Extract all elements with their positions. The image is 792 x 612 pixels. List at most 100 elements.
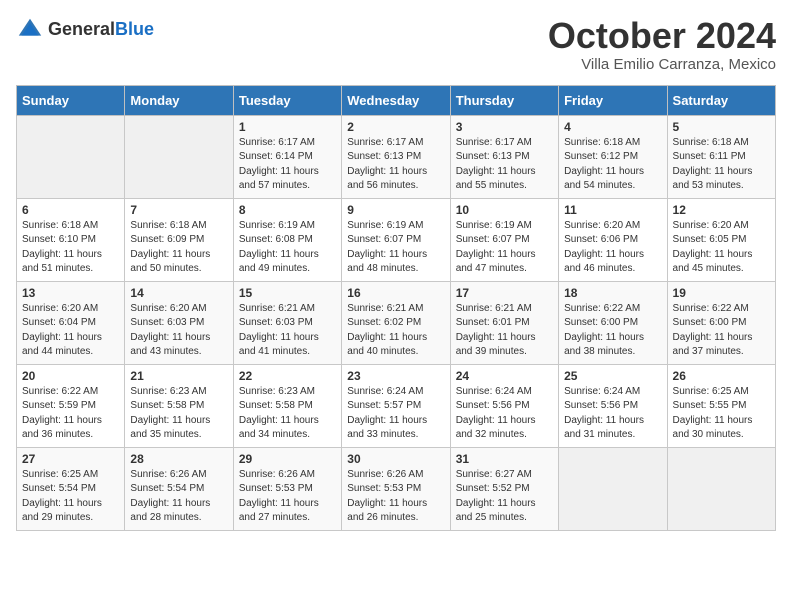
day-number: 12 bbox=[673, 203, 770, 217]
calendar-cell: 28 Sunrise: 6:26 AMSunset: 5:54 PMDayligh… bbox=[125, 447, 233, 530]
day-info: Sunrise: 6:21 AMSunset: 6:01 PMDaylight:… bbox=[456, 302, 553, 360]
calendar-cell: 14 Sunrise: 6:20 AMSunset: 6:03 PMDayligh… bbox=[125, 281, 233, 364]
calendar-day-header: Saturday bbox=[667, 85, 775, 115]
calendar-cell: 21 Sunrise: 6:23 AMSunset: 5:58 PMDayligh… bbox=[125, 364, 233, 447]
day-number: 24 bbox=[456, 369, 553, 383]
calendar-cell: 29Sunrise: 6:26 AMSunset: 5:53 PMDayligh… bbox=[233, 447, 341, 530]
day-number: 17 bbox=[456, 286, 553, 300]
calendar-cell: 3Sunrise: 6:17 AMSunset: 6:13 PMDaylight… bbox=[450, 115, 558, 198]
day-number: 6 bbox=[22, 203, 119, 217]
calendar-cell: 7 Sunrise: 6:18 AMSunset: 6:09 PMDaylight… bbox=[125, 198, 233, 281]
day-info: Sunrise: 6:17 AMSunset: 6:13 PMDaylight:… bbox=[347, 136, 444, 194]
day-number: 19 bbox=[673, 286, 770, 300]
calendar-cell bbox=[667, 447, 775, 530]
day-info: Sunrise: 6:19 AMSunset: 6:08 PMDaylight:… bbox=[239, 219, 336, 277]
day-info: Sunrise: 6:20 AMSunset: 6:04 PMDaylight:… bbox=[22, 302, 119, 360]
day-info: Sunrise: 6:19 AMSunset: 6:07 PMDaylight:… bbox=[347, 219, 444, 277]
day-number: 28 bbox=[130, 452, 227, 466]
calendar-cell: 10 Sunrise: 6:19 AMSunset: 6:07 PMDayligh… bbox=[450, 198, 558, 281]
day-number: 22 bbox=[239, 369, 336, 383]
calendar-cell: 2 Sunrise: 6:17 AMSunset: 6:13 PMDaylight… bbox=[342, 115, 450, 198]
day-number: 15 bbox=[239, 286, 336, 300]
day-number: 25 bbox=[564, 369, 661, 383]
day-info: Sunrise: 6:23 AMSunset: 5:58 PMDaylight:… bbox=[130, 385, 227, 443]
day-info: Sunrise: 6:20 AMSunset: 6:05 PMDaylight:… bbox=[673, 219, 770, 277]
day-number: 27 bbox=[22, 452, 119, 466]
day-number: 18 bbox=[564, 286, 661, 300]
day-info: Sunrise: 6:18 AMSunset: 6:09 PMDaylight:… bbox=[130, 219, 227, 277]
day-number: 2 bbox=[347, 120, 444, 134]
calendar-day-header: Friday bbox=[559, 85, 667, 115]
month-title: October 2024 bbox=[548, 16, 776, 56]
calendar-cell: 16 Sunrise: 6:21 AMSunset: 6:02 PMDayligh… bbox=[342, 281, 450, 364]
calendar-cell: 13 Sunrise: 6:20 AMSunset: 6:04 PMDayligh… bbox=[17, 281, 125, 364]
day-number: 31 bbox=[456, 452, 553, 466]
day-info: Sunrise: 6:17 AMSunset: 6:13 PMDaylight:… bbox=[456, 136, 553, 194]
day-info: Sunrise: 6:22 AMSunset: 5:59 PMDaylight:… bbox=[22, 385, 119, 443]
calendar-cell: 26 Sunrise: 6:25 AMSunset: 5:55 PMDayligh… bbox=[667, 364, 775, 447]
calendar-cell bbox=[17, 115, 125, 198]
calendar-cell: 17 Sunrise: 6:21 AMSunset: 6:01 PMDayligh… bbox=[450, 281, 558, 364]
calendar-cell: 8 Sunrise: 6:19 AMSunset: 6:08 PMDaylight… bbox=[233, 198, 341, 281]
calendar-day-header: Thursday bbox=[450, 85, 558, 115]
day-number: 26 bbox=[673, 369, 770, 383]
day-info: Sunrise: 6:25 AMSunset: 5:54 PMDaylight:… bbox=[22, 468, 119, 526]
calendar-cell bbox=[559, 447, 667, 530]
calendar-day-header: Tuesday bbox=[233, 85, 341, 115]
day-info: Sunrise: 6:26 AMSunset: 5:54 PMDaylight:… bbox=[130, 468, 227, 526]
day-info: Sunrise: 6:17 AMSunset: 6:14 PMDaylight:… bbox=[239, 136, 336, 194]
calendar-header: SundayMondayTuesdayWednesdayThursdayFrid… bbox=[17, 85, 776, 115]
calendar-cell: 30Sunrise: 6:26 AMSunset: 5:53 PMDayligh… bbox=[342, 447, 450, 530]
calendar-cell: 15 Sunrise: 6:21 AMSunset: 6:03 PMDayligh… bbox=[233, 281, 341, 364]
day-info: Sunrise: 6:19 AMSunset: 6:07 PMDaylight:… bbox=[456, 219, 553, 277]
day-number: 13 bbox=[22, 286, 119, 300]
day-number: 11 bbox=[564, 203, 661, 217]
day-info: Sunrise: 6:25 AMSunset: 5:55 PMDaylight:… bbox=[673, 385, 770, 443]
logo: GeneralBlue bbox=[16, 16, 154, 44]
day-number: 8 bbox=[239, 203, 336, 217]
calendar-cell: 24 Sunrise: 6:24 AMSunset: 5:56 PMDayligh… bbox=[450, 364, 558, 447]
day-info: Sunrise: 6:24 AMSunset: 5:56 PMDaylight:… bbox=[564, 385, 661, 443]
header: GeneralBlue October 2024 Villa Emilio Ca… bbox=[16, 16, 776, 73]
calendar-table: SundayMondayTuesdayWednesdayThursdayFrid… bbox=[16, 85, 776, 531]
calendar-cell: 18 Sunrise: 6:22 AMSunset: 6:00 PMDayligh… bbox=[559, 281, 667, 364]
calendar-cell: 31Sunrise: 6:27 AMSunset: 5:52 PMDayligh… bbox=[450, 447, 558, 530]
calendar-cell: 22 Sunrise: 6:23 AMSunset: 5:58 PMDayligh… bbox=[233, 364, 341, 447]
calendar-cell: 25 Sunrise: 6:24 AMSunset: 5:56 PMDayligh… bbox=[559, 364, 667, 447]
calendar-cell: 12 Sunrise: 6:20 AMSunset: 6:05 PMDayligh… bbox=[667, 198, 775, 281]
day-number: 30 bbox=[347, 452, 444, 466]
calendar-day-header: Wednesday bbox=[342, 85, 450, 115]
day-number: 5 bbox=[673, 120, 770, 134]
calendar-cell: 1 Sunrise: 6:17 AMSunset: 6:14 PMDaylight… bbox=[233, 115, 341, 198]
calendar-cell bbox=[125, 115, 233, 198]
calendar-cell: 5Sunrise: 6:18 AMSunset: 6:11 PMDaylight… bbox=[667, 115, 775, 198]
calendar-cell: 19Sunrise: 6:22 AMSunset: 6:00 PMDayligh… bbox=[667, 281, 775, 364]
day-number: 16 bbox=[347, 286, 444, 300]
day-info: Sunrise: 6:24 AMSunset: 5:57 PMDaylight:… bbox=[347, 385, 444, 443]
day-info: Sunrise: 6:21 AMSunset: 6:02 PMDaylight:… bbox=[347, 302, 444, 360]
day-number: 14 bbox=[130, 286, 227, 300]
calendar-cell: 4Sunrise: 6:18 AMSunset: 6:12 PMDaylight… bbox=[559, 115, 667, 198]
logo-general: GeneralBlue bbox=[48, 20, 154, 40]
calendar-cell: 27 Sunrise: 6:25 AMSunset: 5:54 PMDayligh… bbox=[17, 447, 125, 530]
logo-icon bbox=[16, 16, 44, 44]
day-number: 21 bbox=[130, 369, 227, 383]
calendar-day-header: Monday bbox=[125, 85, 233, 115]
day-number: 1 bbox=[239, 120, 336, 134]
day-number: 10 bbox=[456, 203, 553, 217]
calendar-cell: 20Sunrise: 6:22 AMSunset: 5:59 PMDayligh… bbox=[17, 364, 125, 447]
day-number: 9 bbox=[347, 203, 444, 217]
day-info: Sunrise: 6:23 AMSunset: 5:58 PMDaylight:… bbox=[239, 385, 336, 443]
day-info: Sunrise: 6:18 AMSunset: 6:12 PMDaylight:… bbox=[564, 136, 661, 194]
day-info: Sunrise: 6:20 AMSunset: 6:03 PMDaylight:… bbox=[130, 302, 227, 360]
calendar-cell: 11Sunrise: 6:20 AMSunset: 6:06 PMDayligh… bbox=[559, 198, 667, 281]
day-number: 7 bbox=[130, 203, 227, 217]
day-info: Sunrise: 6:18 AMSunset: 6:10 PMDaylight:… bbox=[22, 219, 119, 277]
calendar-cell: 9 Sunrise: 6:19 AMSunset: 6:07 PMDaylight… bbox=[342, 198, 450, 281]
day-info: Sunrise: 6:24 AMSunset: 5:56 PMDaylight:… bbox=[456, 385, 553, 443]
calendar-cell: 23Sunrise: 6:24 AMSunset: 5:57 PMDayligh… bbox=[342, 364, 450, 447]
title-area: October 2024 Villa Emilio Carranza, Mexi… bbox=[548, 16, 776, 73]
day-info: Sunrise: 6:22 AMSunset: 6:00 PMDaylight:… bbox=[564, 302, 661, 360]
day-info: Sunrise: 6:21 AMSunset: 6:03 PMDaylight:… bbox=[239, 302, 336, 360]
day-info: Sunrise: 6:26 AMSunset: 5:53 PMDaylight:… bbox=[239, 468, 336, 526]
